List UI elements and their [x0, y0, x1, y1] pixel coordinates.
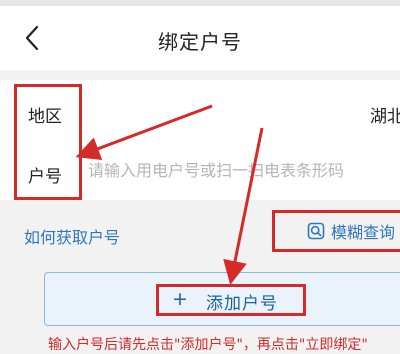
account-form: 地区 湖北 户号: [0, 80, 400, 200]
page-title: 绑定户号: [158, 30, 242, 54]
how-to-get-account-link[interactable]: 如何获取户号: [24, 224, 120, 248]
account-label: 户号: [28, 167, 62, 187]
add-account-label: 添加户号: [206, 294, 278, 314]
fuzzy-search-label: 模糊查询: [331, 223, 396, 242]
plus-icon: +: [172, 288, 188, 310]
account-row: 户号: [0, 140, 400, 200]
helper-row: 如何获取户号 模糊查询: [0, 210, 400, 256]
region-value[interactable]: 湖北: [370, 102, 400, 127]
account-number-input[interactable]: [88, 154, 388, 186]
region-label: 地区: [28, 107, 62, 127]
search-icon: [307, 222, 325, 244]
instruction-notice: 输入户号后请先点击"添加户号"，再点击"立即绑定": [48, 337, 368, 353]
region-row[interactable]: 地区 湖北: [0, 80, 400, 140]
header-bar: 绑定户号: [0, 6, 400, 70]
fuzzy-search-button[interactable]: 模糊查询: [272, 210, 400, 252]
